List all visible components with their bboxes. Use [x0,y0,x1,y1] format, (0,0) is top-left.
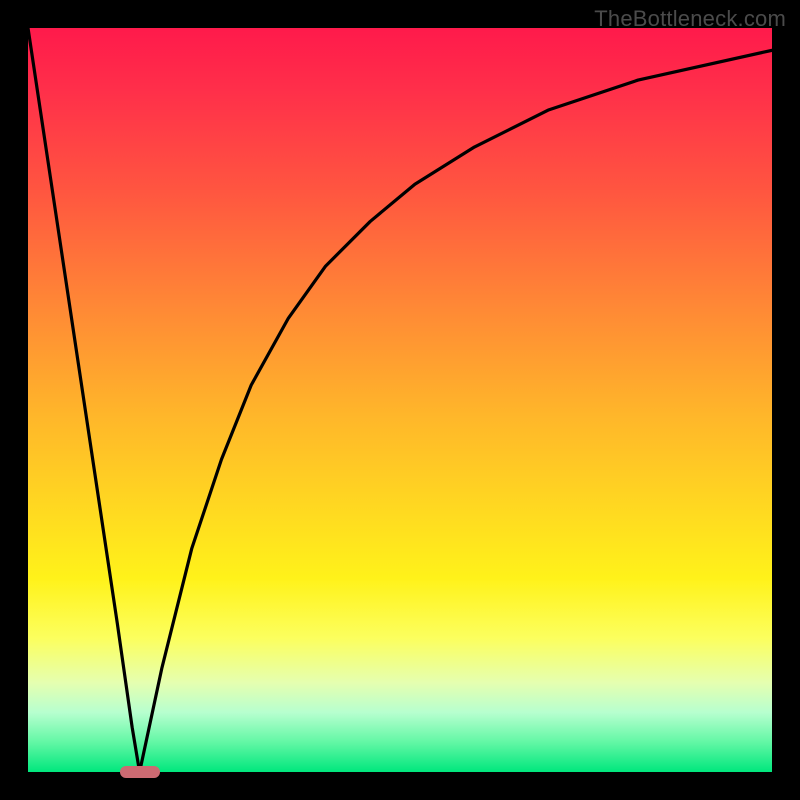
watermark-text: TheBottleneck.com [594,6,786,32]
chart-frame: TheBottleneck.com [0,0,800,800]
curve-lines [28,28,772,772]
left-branch-path [28,28,140,772]
valley-marker [120,766,160,778]
plot-area [28,28,772,772]
right-branch-path [140,50,772,772]
